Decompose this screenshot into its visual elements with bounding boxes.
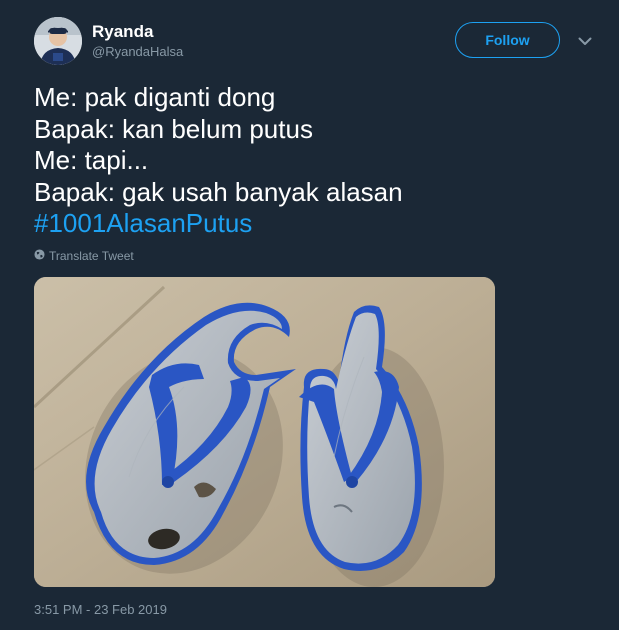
tweet-card: Ryanda @RyandaHalsa Follow Me: pak digan… xyxy=(0,0,619,630)
author-name[interactable]: Ryanda xyxy=(92,22,153,42)
tweet-line: Me: tapi... xyxy=(34,145,149,175)
tweet-timestamp[interactable]: 3:51 PM - 23 Feb 2019 xyxy=(34,602,167,617)
avatar[interactable] xyxy=(34,17,82,65)
tweet-line: Bapak: kan belum putus xyxy=(34,113,313,144)
follow-button[interactable]: Follow xyxy=(455,22,560,58)
author-handle[interactable]: @RyandaHalsa xyxy=(92,44,183,60)
tweet-text: Me: pak diganti dong Bapak: kan belum pu… xyxy=(34,82,594,240)
hashtag-link[interactable]: #1001AlasanPutus xyxy=(34,208,594,240)
tweet-line: Bapak: gak usah banyak alasan xyxy=(34,176,403,207)
tweet-line: Me: pak diganti dong xyxy=(34,82,276,112)
tweet-photo[interactable] xyxy=(34,277,495,587)
globe-icon xyxy=(34,249,45,263)
chevron-down-icon[interactable] xyxy=(576,32,594,50)
translate-label: Translate Tweet xyxy=(49,249,134,263)
translate-tweet-link[interactable]: Translate Tweet xyxy=(34,249,134,263)
